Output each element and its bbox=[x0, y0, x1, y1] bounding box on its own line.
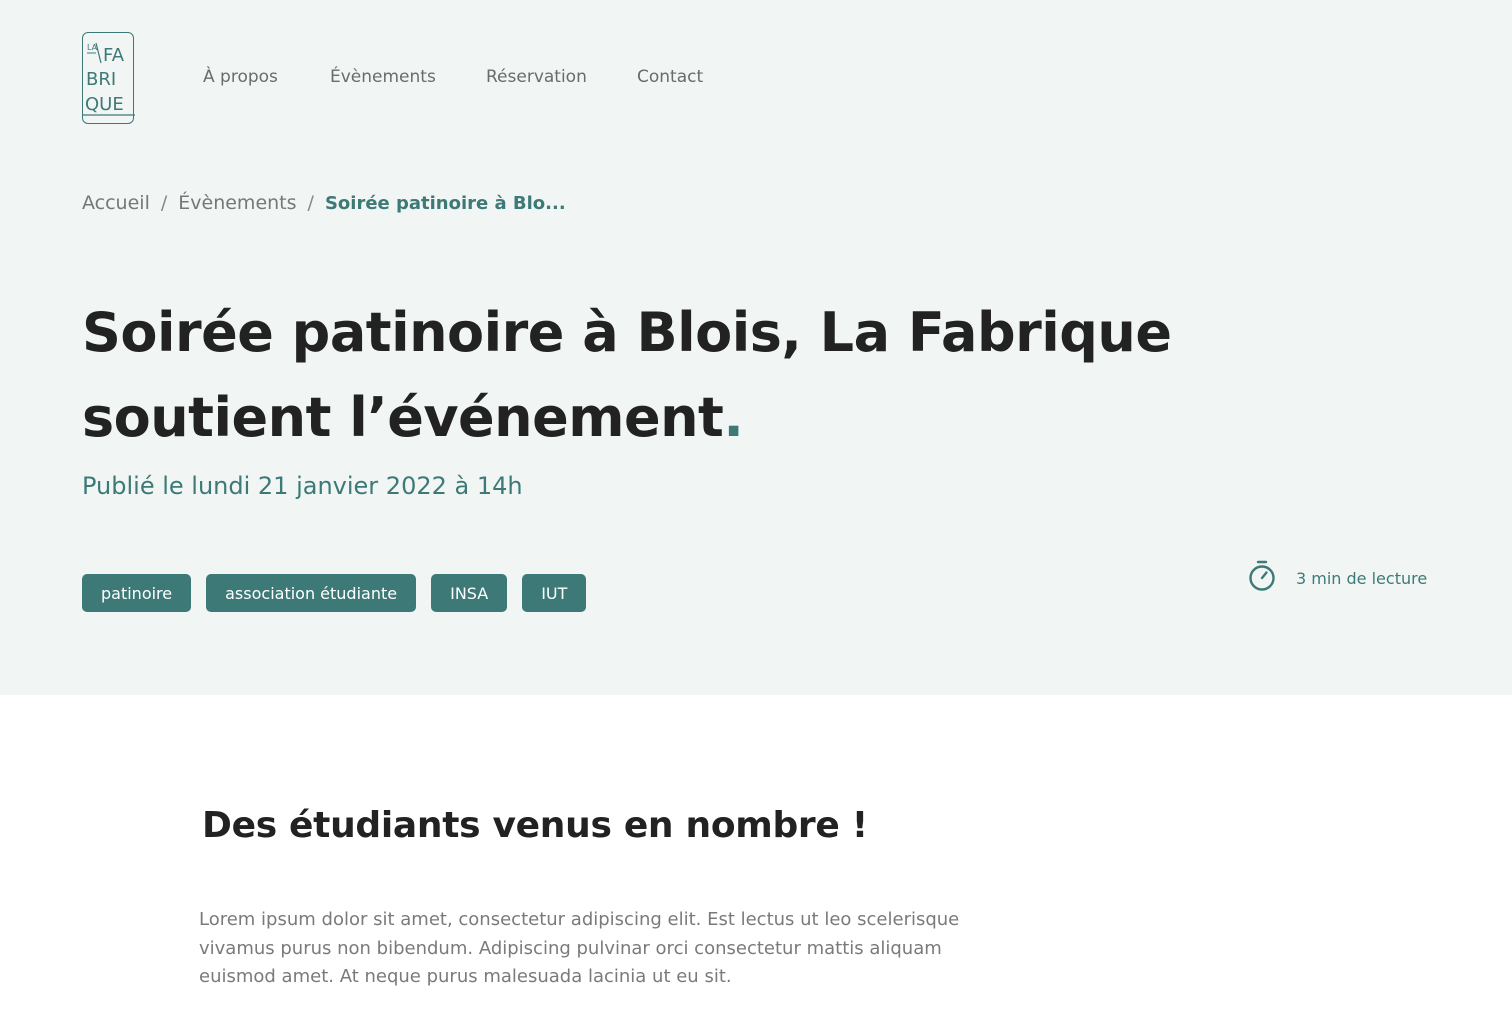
tag-association-etudiante[interactable]: association étudiante bbox=[206, 574, 417, 612]
breadcrumb: Accueil / Évènements / Soirée patinoire … bbox=[82, 192, 566, 214]
svg-text:BRI: BRI bbox=[86, 69, 116, 90]
reading-time: 3 min de lecture bbox=[1248, 560, 1427, 592]
section-title: Des étudiants venus en nombre ! bbox=[202, 805, 868, 846]
reading-time-label: 3 min de lecture bbox=[1296, 568, 1428, 588]
stopwatch-icon bbox=[1249, 560, 1275, 591]
tag-list: patinoire association étudiante INSA IUT bbox=[82, 574, 587, 612]
page-title-dot: . bbox=[723, 386, 744, 449]
breadcrumb-separator: / bbox=[160, 192, 168, 214]
tag-insa[interactable]: INSA bbox=[431, 574, 508, 612]
breadcrumb-item-evenements[interactable]: Évènements bbox=[178, 192, 296, 214]
breadcrumb-separator: / bbox=[307, 192, 314, 214]
nav-item-a-propos[interactable]: À propos bbox=[203, 67, 278, 87]
breadcrumb-current: Soirée patinoire à Blo... bbox=[324, 193, 566, 214]
tag-iut[interactable]: IUT bbox=[522, 574, 587, 612]
article-paragraph: Lorem ipsum dolor sit amet, consectetur … bbox=[199, 909, 960, 987]
la-fabrique-logo-icon: LA FA BRI QUE bbox=[83, 42, 135, 116]
svg-text:FA: FA bbox=[103, 45, 125, 66]
breadcrumb-item-accueil[interactable]: Accueil bbox=[82, 192, 150, 214]
nav-item-evenements[interactable]: Évènements bbox=[330, 67, 436, 87]
svg-text:QUE: QUE bbox=[85, 94, 124, 115]
site-logo[interactable]: LA FA BRI QUE bbox=[82, 32, 135, 124]
tag-patinoire[interactable]: patinoire bbox=[82, 574, 192, 612]
page-title-text: Soirée patinoire à Blois, La Fabrique so… bbox=[82, 301, 1172, 449]
page-title: Soirée patinoire à Blois, La Fabrique so… bbox=[82, 290, 1182, 460]
publication-date: Publié le lundi 21 janvier 2022 à 14h bbox=[82, 472, 523, 500]
nav-item-contact[interactable]: Contact bbox=[637, 67, 703, 87]
hero-section: LA FA BRI QUE À propos Évènements Réserv… bbox=[0, 0, 1512, 695]
nav-item-reservation[interactable]: Réservation bbox=[486, 67, 587, 87]
